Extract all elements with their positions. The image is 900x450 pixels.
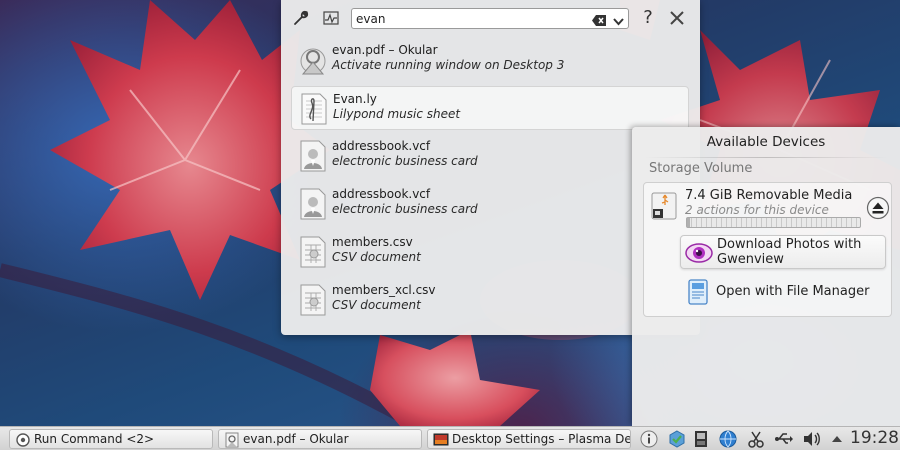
result-item-selected[interactable]: Evan.ly Lilypond music sheet (291, 86, 689, 130)
popup-title: Available Devices (706, 134, 826, 150)
help-button[interactable]: ? (639, 7, 657, 29)
search-field[interactable] (351, 8, 629, 29)
desktop-settings-icon (433, 432, 449, 448)
gwenview-icon (685, 239, 713, 267)
result-title: Evan.ly (333, 92, 377, 106)
device-notifier-icon[interactable] (692, 430, 710, 448)
title-divider (644, 157, 888, 158)
result-title: addressbook.vcf (332, 139, 431, 153)
result-subtitle: Lilypond music sheet (333, 107, 461, 121)
okular-icon (224, 432, 240, 448)
spreadsheet-icon (299, 236, 327, 268)
close-icon[interactable] (667, 8, 687, 28)
digital-clock[interactable]: 19:28 (850, 428, 899, 448)
result-title: addressbook.vcf (332, 187, 431, 201)
result-subtitle: electronic business card (332, 202, 478, 216)
expand-arrow-icon[interactable] (830, 430, 848, 448)
vcard-icon (299, 188, 327, 220)
music-sheet-icon (300, 93, 328, 125)
spreadsheet-icon (299, 284, 327, 316)
task-label: Run Command <2> (34, 432, 155, 446)
krunner-toolbar: ? (281, 0, 700, 36)
task-okular[interactable]: evan.pdf – Okular (218, 429, 422, 449)
result-subtitle: Activate running window on Desktop 3 (332, 58, 565, 72)
result-title: evan.pdf – Okular (332, 43, 438, 57)
open-file-manager-action[interactable]: Open with File Manager (680, 275, 886, 309)
usb-icon[interactable] (774, 430, 793, 448)
result-item[interactable]: members_xcl.csv CSV document (291, 278, 689, 322)
free-space-meter (686, 217, 861, 228)
history-dropdown-icon[interactable] (612, 13, 625, 26)
result-subtitle: CSV document (332, 298, 421, 312)
vcard-icon (299, 140, 327, 172)
taskbar: Run Command <2> evan.pdf – Okular Deskto… (0, 426, 900, 450)
system-activity-icon[interactable] (321, 8, 341, 28)
device-item[interactable]: 7.4 GiB Removable Media 2 actions for th… (643, 182, 892, 317)
device-notifier-popup: Available Devices Storage Volume 7.4 GiB… (632, 127, 900, 426)
klipper-scissors-icon[interactable] (747, 430, 765, 448)
removable-drive-icon (649, 191, 679, 221)
result-item[interactable]: addressbook.vcf electronic business card (291, 134, 689, 178)
result-subtitle: electronic business card (332, 154, 478, 168)
okular-icon (299, 44, 327, 76)
search-input[interactable] (356, 10, 584, 27)
result-title: members_xcl.csv (332, 283, 436, 297)
run-command-icon (15, 432, 31, 448)
task-label: Desktop Settings – Plasma Desktop Shell (452, 432, 630, 446)
device-actions-count: 2 actions for this device (685, 203, 829, 217)
task-label: evan.pdf – Okular (243, 432, 349, 446)
result-item[interactable]: members.csv CSV document (291, 230, 689, 274)
result-subtitle: CSV document (332, 250, 421, 264)
configure-wrench-icon[interactable] (291, 8, 311, 28)
task-run-command[interactable]: Run Command <2> (9, 429, 213, 449)
free-space-fill (687, 218, 691, 227)
package-updater-icon[interactable] (668, 430, 686, 448)
result-item[interactable]: addressbook.vcf electronic business card (291, 182, 689, 226)
eject-icon[interactable] (866, 196, 890, 220)
task-desktop-settings[interactable]: Desktop Settings – Plasma Desktop Shell (427, 429, 631, 449)
section-heading: Storage Volume (649, 161, 753, 176)
network-icon[interactable] (719, 430, 737, 448)
device-name: 7.4 GiB Removable Media (685, 188, 853, 203)
info-icon[interactable] (640, 430, 658, 448)
result-item[interactable]: evan.pdf – Okular Activate running windo… (291, 38, 689, 82)
file-manager-icon (684, 278, 712, 306)
download-photos-action[interactable]: Download Photos with Gwenview (680, 235, 886, 269)
result-title: members.csv (332, 235, 413, 249)
clear-text-icon[interactable] (592, 12, 607, 26)
action-label: Download Photos with Gwenview (717, 237, 862, 267)
action-label: Open with File Manager (716, 284, 870, 299)
volume-icon[interactable] (802, 430, 820, 448)
